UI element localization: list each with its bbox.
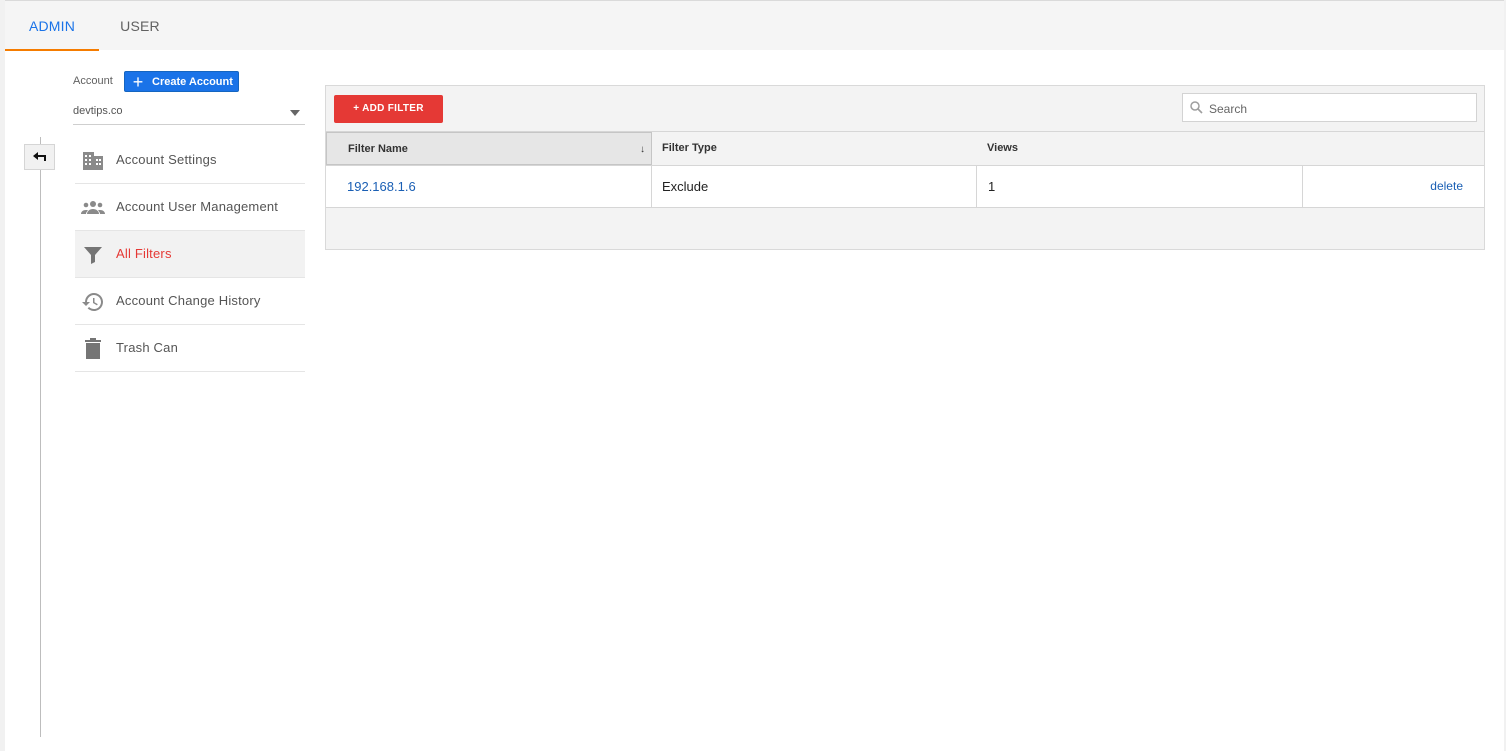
account-select[interactable]: devtips.co [73, 100, 305, 125]
nav-item-label: Account Settings [116, 152, 217, 167]
filter-icon [84, 247, 102, 264]
building-icon [83, 152, 103, 170]
search-icon [1190, 101, 1203, 114]
nav-item-user-management[interactable]: Account User Management [75, 184, 305, 231]
nav-item-trash-can[interactable]: Trash Can [75, 325, 305, 372]
tab-admin[interactable]: ADMIN [5, 1, 99, 51]
add-filter-button[interactable]: + ADD FILTER [334, 95, 443, 123]
account-label: Account [73, 75, 113, 87]
filters-panel: + ADD FILTER Filter Name ↓ Filter Type V… [325, 85, 1485, 250]
left-border [0, 0, 5, 751]
back-arrow-icon [32, 152, 46, 161]
column-header-label: Filter Name [348, 143, 408, 155]
account-nav: Account Settings Account User Management… [75, 137, 305, 372]
nav-item-all-filters[interactable]: All Filters [75, 231, 305, 278]
people-icon [81, 201, 105, 214]
filters-table: Filter Name ↓ Filter Type Views 192.168.… [326, 131, 1484, 208]
column-header-filter-name[interactable]: Filter Name ↓ [326, 132, 652, 165]
search-box [1182, 93, 1477, 122]
nav-item-label: Trash Can [116, 340, 179, 355]
nav-item-change-history[interactable]: Account Change History [75, 278, 305, 325]
column-header-filter-type[interactable]: Filter Type [652, 132, 977, 165]
tab-user[interactable]: USER [109, 1, 171, 49]
nav-item-account-settings[interactable]: Account Settings [75, 137, 305, 184]
create-account-label: Create Account [152, 75, 233, 88]
back-button[interactable] [24, 144, 55, 170]
create-account-button[interactable]: + Create Account [124, 71, 239, 92]
account-select-value: devtips.co [73, 105, 123, 117]
table-header: Filter Name ↓ Filter Type Views [326, 131, 1484, 165]
table-row: 192.168.1.6 Exclude 1 delete [326, 165, 1484, 208]
navigation-guide-line [40, 137, 41, 737]
trash-icon [85, 338, 101, 359]
nav-item-label: Account Change History [116, 293, 261, 308]
top-tabs: ADMIN USER [5, 1, 1504, 51]
history-icon [82, 293, 103, 311]
search-input[interactable] [1207, 98, 1471, 119]
delete-link[interactable]: delete [1303, 166, 1484, 207]
column-header-views[interactable]: Views [977, 132, 1303, 165]
plus-icon: + [132, 71, 144, 92]
views-cell: 1 [977, 166, 1303, 207]
filter-name-link[interactable]: 192.168.1.6 [326, 166, 652, 207]
nav-item-label: Account User Management [116, 199, 279, 214]
nav-item-label: All Filters [116, 246, 172, 261]
filter-type-cell: Exclude [652, 166, 977, 207]
caret-down-icon [290, 110, 300, 116]
sort-arrow-icon: ↓ [640, 144, 645, 155]
